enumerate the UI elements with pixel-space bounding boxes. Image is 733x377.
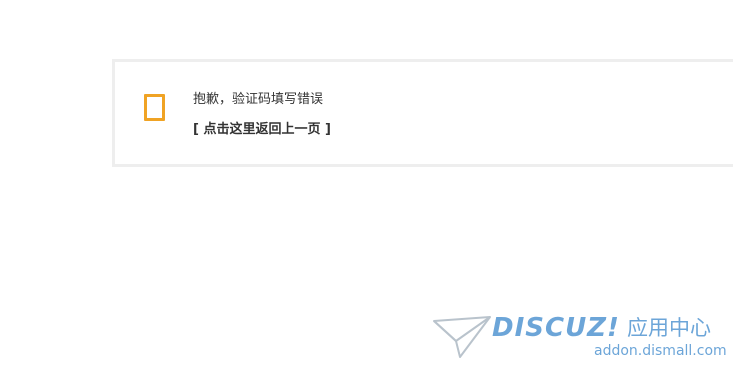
message-box: 抱歉，验证码填写错误 [ 点击这里返回上一页 ] [112,59,733,167]
error-message: 抱歉，验证码填写错误 [193,92,324,107]
back-link[interactable]: [ 点击这里返回上一页 ] [193,121,331,139]
watermark-domain: addon.dismall.com [594,343,727,359]
app-center-text: 应用中心 [627,316,711,340]
discuz-watermark: DISCUZ! 应用中心 addon.dismall.com [432,313,727,365]
discuz-logo-text: DISCUZ! [492,313,620,343]
paper-plane-icon [433,316,491,358]
alert-icon [144,94,165,121]
